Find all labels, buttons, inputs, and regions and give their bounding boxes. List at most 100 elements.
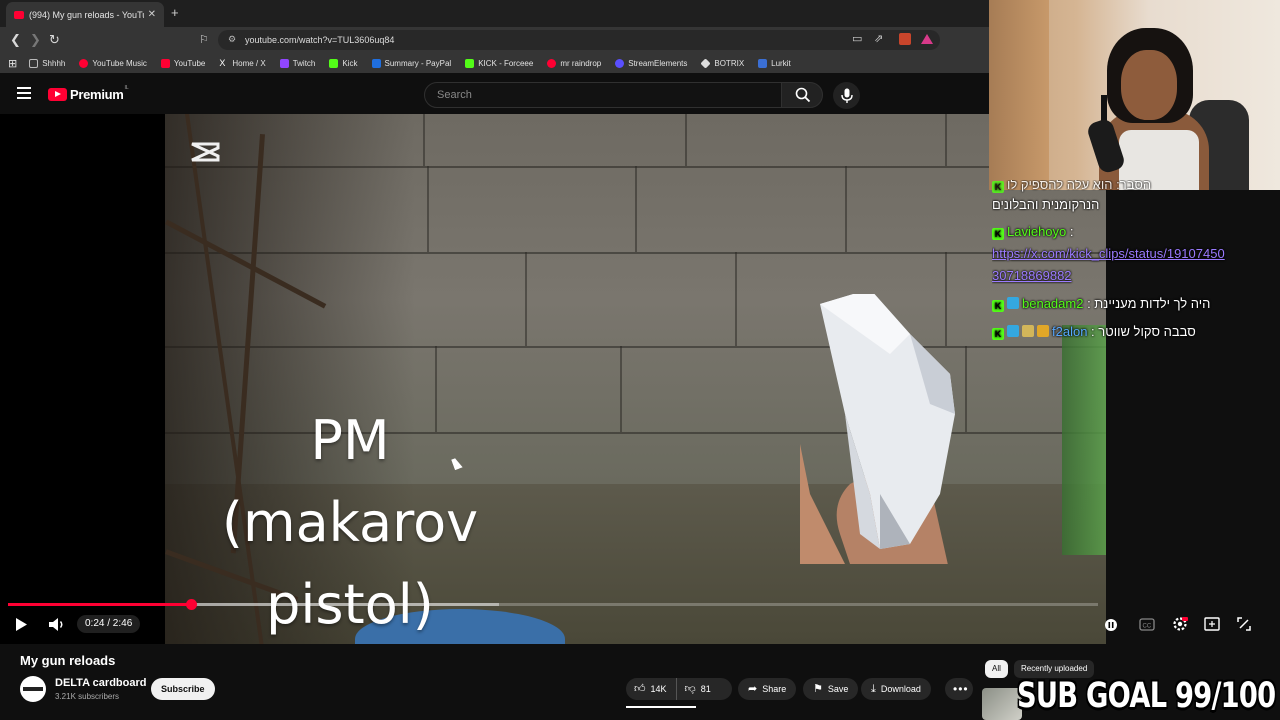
bookmark-x[interactable]: X Home / X	[219, 57, 265, 68]
site-info-icon[interactable]: ⚙	[228, 34, 236, 45]
brave-shield-icon[interactable]	[899, 33, 911, 45]
like-button[interactable]: 👍︎ 14K	[626, 678, 677, 700]
crown-badge-icon	[1037, 325, 1049, 337]
bookmark-shhhh[interactable]: Shhhh	[29, 58, 65, 68]
search-placeholder: Search	[437, 89, 472, 101]
more-dots-icon: •••	[953, 682, 969, 696]
like-ratio-bar	[626, 706, 696, 708]
bookmark-lurkit[interactable]: Lurkit	[758, 58, 791, 68]
chat-message: הנרקומנית והבלונים	[992, 194, 1280, 216]
youtube-icon	[547, 58, 557, 68]
related-video-thumbnail[interactable]	[982, 688, 1022, 720]
chat-message: Kbenadam2 : היה לך ילדות מעניינת	[992, 293, 1280, 315]
bookmark-streamelements[interactable]: StreamElements	[615, 58, 687, 68]
search-input[interactable]: Search	[424, 82, 782, 108]
menu-icon[interactable]	[17, 87, 31, 102]
dislike-button[interactable]: 👎︎ 81	[677, 678, 719, 700]
address-bar[interactable]: ⚙ youtube.com/watch?v=TUL3606uq84	[218, 30, 940, 50]
time-display: 0:24 / 2:46	[77, 615, 141, 633]
address-text: youtube.com/watch?v=TUL3606uq84	[245, 35, 395, 45]
download-icon: ⤓	[871, 683, 876, 695]
chat-message: Kf2alon : סבבה סקול שווטר	[992, 321, 1280, 343]
download-button[interactable]: ⤓ Download	[861, 678, 931, 700]
kick-badge-icon: K	[992, 228, 1004, 240]
apps-grid-icon[interactable]: ⊞	[8, 57, 17, 70]
chat-username: benadam2	[1022, 296, 1084, 311]
more-actions-button[interactable]: •••	[945, 678, 973, 700]
close-tab-icon[interactable]: ✕	[148, 9, 156, 20]
streamer-face	[1121, 50, 1177, 120]
botrix-icon	[700, 57, 711, 69]
capcut-watermark-icon	[191, 142, 220, 162]
bookmark-mr-raindrop[interactable]: mr raindrop	[547, 58, 601, 68]
caption-line: PM	[310, 409, 390, 472]
chat-text: הנרקומנית והבלונים	[992, 197, 1100, 212]
share-page-icon[interactable]: ⇗	[874, 32, 883, 45]
bookmark-kick-forceee[interactable]: KICK - Forceee	[465, 58, 533, 68]
gift-badge-icon	[1022, 325, 1034, 337]
save-label: Save	[827, 684, 849, 694]
volume-icon[interactable]	[48, 617, 66, 632]
chat-message: K Laviehoyo :	[992, 221, 1280, 243]
forward-icon[interactable]: ❯	[30, 32, 41, 48]
back-icon[interactable]: ❮	[10, 32, 21, 48]
rewards-triangle-icon[interactable]	[921, 34, 933, 44]
subscriber-count: 3.21K subscribers	[55, 692, 120, 701]
miniplayer-icon[interactable]	[1204, 617, 1220, 631]
kick-badge-icon: K	[992, 181, 1004, 193]
chat-link[interactable]: https://x.com/kick_clips/status/19107450	[992, 243, 1280, 265]
green-plant	[1062, 325, 1106, 555]
youtube-play-logo-icon	[48, 88, 67, 101]
wall-line	[635, 166, 637, 252]
bookmark-paypal[interactable]: Summary - PayPal	[371, 58, 451, 68]
bookmark-twitch[interactable]: Twitch	[279, 58, 315, 68]
youtube-favicon-icon	[14, 10, 24, 19]
subtitles-icon[interactable]: CC	[1139, 618, 1155, 631]
lurkit-icon	[758, 58, 768, 68]
x-logo-icon: X	[219, 57, 226, 68]
settings-gear-icon[interactable]	[1172, 616, 1188, 632]
fullscreen-icon[interactable]	[1237, 617, 1251, 631]
progress-bar[interactable]	[8, 599, 1098, 610]
youtube-music-icon	[79, 58, 89, 68]
like-dislike-group: 👍︎ 14K 👎︎ 81	[626, 678, 732, 700]
bookmark-icon[interactable]: ⚐	[199, 32, 209, 48]
reload-icon[interactable]: ↻	[49, 32, 60, 48]
channel-avatar[interactable]	[20, 676, 46, 702]
chat-text: סבבה סקול שווטר	[1098, 324, 1196, 339]
share-button[interactable]: ➦ Share	[738, 678, 797, 700]
subscriber-badge-icon	[1007, 325, 1019, 337]
autoplay-toggle-icon[interactable]	[1104, 618, 1118, 632]
microphone-icon	[841, 88, 853, 103]
bookmark-kick[interactable]: Kick	[329, 58, 358, 68]
search-button[interactable]	[781, 82, 823, 108]
wall-line	[525, 252, 527, 346]
bookmark-botrix[interactable]: BOTRIX	[700, 57, 744, 69]
browser-toolbar: ❮ ❯ ↻ ⚐ ⚙ youtube.com/watch?v=TUL3606uq8…	[0, 27, 990, 53]
chip-all[interactable]: All	[985, 660, 1008, 678]
youtube-icon	[160, 58, 170, 68]
browser-tab-active[interactable]: (994) My gun reloads - YouTube ✕	[6, 2, 164, 27]
tab-title: (994) My gun reloads - YouTube	[29, 9, 144, 20]
folder-icon	[29, 58, 39, 68]
kick-icon	[329, 58, 339, 68]
bookmark-youtube-music[interactable]: YouTube Music	[79, 58, 147, 68]
wall-line	[685, 114, 687, 166]
chat-link[interactable]: 30718869882	[992, 265, 1280, 287]
cast-icon[interactable]: ▭	[852, 32, 862, 45]
new-tab-icon[interactable]: +	[171, 5, 179, 20]
thumbs-up-icon: 👍︎	[634, 683, 646, 695]
bookmark-youtube[interactable]: YouTube	[160, 58, 205, 68]
play-icon[interactable]	[14, 617, 28, 632]
channel-name[interactable]: DELTA cardboard	[55, 677, 146, 689]
subscriber-badge-icon	[1007, 297, 1019, 309]
wall-line	[945, 114, 947, 166]
share-arrow-icon: ➦	[748, 683, 758, 695]
browser-tab-bar: (994) My gun reloads - YouTube ✕ +	[0, 0, 990, 27]
youtube-premium-logo[interactable]: Premium IL	[48, 85, 129, 102]
voice-search-button[interactable]	[833, 82, 860, 109]
wall-line	[423, 114, 425, 166]
save-button[interactable]: ⚑ Save	[803, 678, 859, 700]
subscribe-button[interactable]: Subscribe	[151, 678, 215, 700]
chat-text: היה לך ילדות מעניינת	[1094, 296, 1211, 311]
